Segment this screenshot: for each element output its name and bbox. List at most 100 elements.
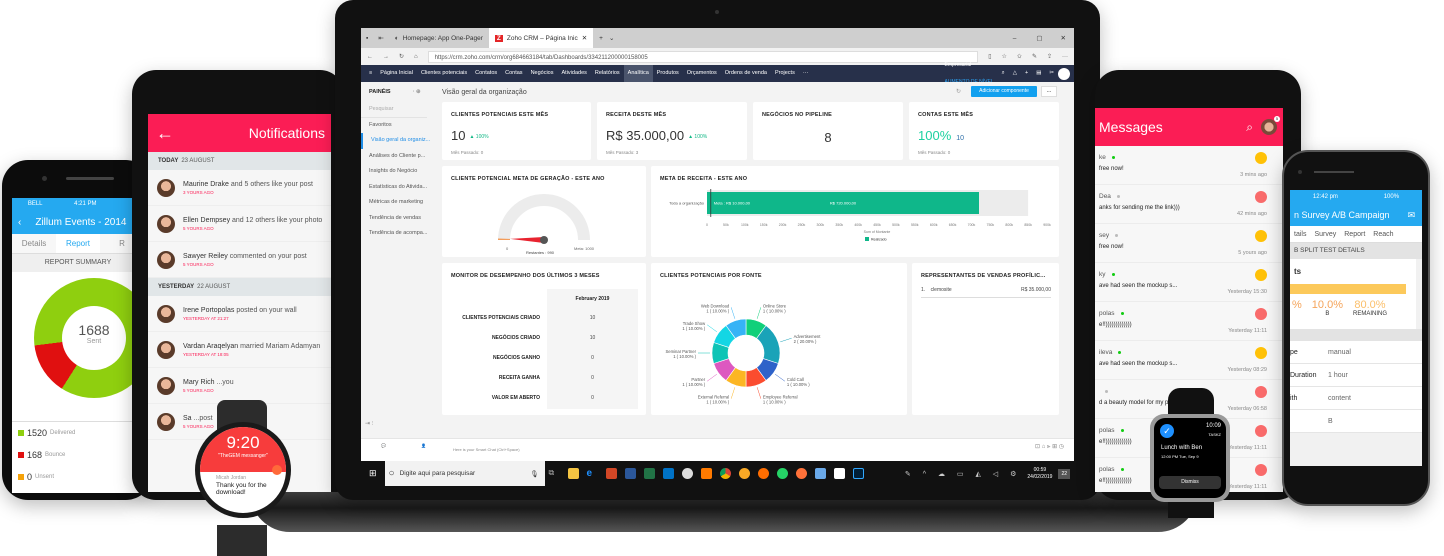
calendar-icon[interactable]: ▤ xyxy=(1032,65,1045,82)
contacts-icon[interactable]: 👤 xyxy=(421,443,426,448)
setup-icon[interactable]: ✂ xyxy=(1045,65,1058,82)
bell-icon[interactable]: △ xyxy=(1009,65,1021,82)
edge-icon[interactable]: e xyxy=(587,468,598,479)
nav-negocios[interactable]: Negócios xyxy=(527,65,558,82)
tab-list-icon[interactable]: ⌄ xyxy=(609,34,614,42)
smart-chat-input[interactable]: Here is your Smart Chat (Ctrl+Space) xyxy=(453,447,520,452)
butterfly-app-icon[interactable] xyxy=(700,468,712,479)
sidebar-item[interactable]: Tendência de vendas xyxy=(361,211,433,227)
back-arrow-icon[interactable]: ← xyxy=(156,123,174,144)
powerpoint-icon[interactable] xyxy=(605,468,617,479)
tab-details[interactable]: tails xyxy=(1290,226,1310,242)
more-icon[interactable]: ··· xyxy=(1062,54,1068,60)
forward-icon[interactable]: → xyxy=(383,54,389,60)
sidebar-item[interactable]: Insights do Negócio xyxy=(361,164,433,180)
more-options-button[interactable]: ... xyxy=(1041,86,1057,97)
add-icon[interactable]: + xyxy=(1021,65,1032,82)
vpn-icon[interactable] xyxy=(757,468,769,479)
notification-item[interactable]: Vardan Araqelyan married Mariam Adamyan Y… xyxy=(148,332,331,368)
sidebar-item[interactable]: Favoritos xyxy=(361,118,433,134)
maximize-icon[interactable]: ▢ xyxy=(1026,34,1052,42)
photos-icon[interactable] xyxy=(833,468,845,479)
browser-tab[interactable]: ◐ Homepage: App One-Pager xyxy=(389,28,489,48)
firefox-icon[interactable] xyxy=(795,468,807,479)
message-item[interactable]: Dea anks for sending me the link))) 42 min… xyxy=(1095,185,1283,224)
kpi-card-revenue[interactable]: RECEITA DESTE MÊS R$ 35.000,00 ▲ 100% Mês… xyxy=(597,102,747,160)
back-icon[interactable]: ← xyxy=(367,54,373,60)
nav-produtos[interactable]: Produtos xyxy=(653,65,683,82)
app-icon[interactable] xyxy=(738,468,750,479)
refresh-icon[interactable]: ↻ xyxy=(956,88,961,95)
sidebar-item[interactable]: Tendência de acompa... xyxy=(361,226,433,242)
revenue-goal-card[interactable]: META DE RECEITA - ESTE ANO Toda a organi… xyxy=(651,166,1059,257)
nav-clientes[interactable]: Clientes potenciais xyxy=(417,65,471,82)
gauge-card[interactable]: CLIENTE POTENCIAL META DE GERAÇÃO - ESTE… xyxy=(442,166,646,257)
favorites-icon[interactable]: ✩ xyxy=(1017,53,1022,60)
close-window-icon[interactable]: ✕ xyxy=(1053,34,1074,42)
nav-orcamentos[interactable]: Orçamentos xyxy=(683,65,721,82)
refresh-icon[interactable]: ↻ xyxy=(399,53,404,60)
tray-icons[interactable]: ✎ ^ ☁ ▭ ◭ ◁ ⚙ xyxy=(905,470,1021,478)
favorite-star-icon[interactable]: ☆ xyxy=(1002,53,1007,60)
top-sales-reps-card[interactable]: REPRESENTANTES DE VENDAS PROFÍLIC... 1. … xyxy=(912,263,1059,415)
nav-contas[interactable]: Contas xyxy=(501,65,526,82)
notification-item[interactable]: Sawyer Reiley commented on your post 5 YO… xyxy=(148,242,331,278)
notes-icon[interactable] xyxy=(814,468,826,479)
nav-contatos[interactable]: Contatos xyxy=(471,65,501,82)
nav-ordens[interactable]: Ordens de venda xyxy=(721,65,771,82)
menu-icon[interactable]: ≡ xyxy=(365,65,376,82)
clock[interactable]: 00:59 24/02/2019 xyxy=(1027,467,1052,481)
collapse-icon[interactable]: ⇥ ⫶ xyxy=(365,420,373,428)
minimize-icon[interactable]: – xyxy=(1003,35,1027,42)
rep-row[interactable]: 1. clemosite R$ 35.000,00 xyxy=(921,287,1051,298)
dismiss-button[interactable]: Dismiss xyxy=(1159,476,1221,489)
close-tab-icon[interactable]: ✕ xyxy=(582,34,587,42)
notification-item[interactable]: Irene Portopolas posted on your wall YEST… xyxy=(148,296,331,332)
message-item[interactable]: ky ave had seen the mockup s... Yesterday … xyxy=(1095,263,1283,302)
browser-tab-active[interactable]: Z Zoho CRM – Página Inic ✕ xyxy=(488,28,594,48)
message-item[interactable]: ileva ave had seen the mockup s... Yesterd… xyxy=(1095,341,1283,380)
photoshop-icon[interactable] xyxy=(852,468,864,479)
user-avatar[interactable] xyxy=(1058,67,1070,80)
action-center-icon[interactable]: 22 xyxy=(1058,468,1070,479)
kpi-card-accounts[interactable]: CONTAS ESTE MÊS 100% 10 Mês Passado: 0 xyxy=(909,102,1059,160)
nav-projects[interactable]: Projects xyxy=(771,65,799,82)
sidebar-item[interactable]: Análises do Cliente p... xyxy=(361,149,433,165)
leads-by-source-card[interactable]: CLIENTES POTENCIAIS POR FONTE Online Sto… xyxy=(651,263,907,415)
search-icon[interactable]: ⌕ xyxy=(998,65,1009,82)
url-input[interactable]: https://crm.zoho.com/crm/org684663184/ta… xyxy=(427,50,979,63)
tab-survey[interactable]: Survey xyxy=(1310,226,1340,242)
tab-report[interactable]: Report xyxy=(1340,226,1369,242)
pen-icon[interactable]: ✎ xyxy=(1032,53,1037,60)
tab-details[interactable]: Details xyxy=(12,234,56,253)
word-icon[interactable] xyxy=(624,468,636,479)
excel-icon[interactable] xyxy=(643,468,655,479)
add-component-button[interactable]: Adicionar componente xyxy=(971,86,1037,97)
back-icon[interactable]: ‹ xyxy=(18,217,21,228)
kpi-card-pipeline[interactable]: NEGÓCIOS NO PIPELINE 8 xyxy=(753,102,903,160)
envelope-icon[interactable]: ✉ xyxy=(1408,210,1416,221)
whatsapp-icon[interactable] xyxy=(776,468,788,479)
new-tab-icon[interactable]: + xyxy=(593,35,609,42)
chats-icon[interactable]: 💬 xyxy=(381,443,386,448)
windows-start-icon[interactable]: ⊞ xyxy=(361,468,385,479)
home-icon[interactable]: ⌂ xyxy=(414,54,418,60)
task-view-icon[interactable]: ⧉ xyxy=(549,468,560,479)
nav-pagina-inicial[interactable]: Página Inicial xyxy=(376,65,417,82)
search-icon[interactable]: ⌕ xyxy=(1246,120,1253,135)
tab-actions-icon[interactable]: ▪ xyxy=(361,35,373,42)
taskbar-search[interactable]: ○ Digite aqui para pesquisar 🎙 xyxy=(384,461,545,486)
tab-reach[interactable]: Reach xyxy=(1369,226,1397,242)
message-item[interactable]: polas e!!))))))))))))) Yesterday 11:11 xyxy=(1095,302,1283,341)
paint-icon[interactable] xyxy=(681,468,693,479)
set-aside-tabs-icon[interactable]: ⇤ xyxy=(373,34,388,42)
performance-monitor-card[interactable]: MONITOR DE DESEMPENHO DOS ÚLTIMOS 3 MESE… xyxy=(442,263,646,415)
tab-report[interactable]: Report xyxy=(56,234,100,253)
add-dashboard-icon[interactable]: · ⊕ xyxy=(413,89,421,95)
sidebar-item[interactable]: Estatísticas do Ativida... xyxy=(361,180,433,196)
message-item[interactable]: sey free now! 5 yours ago xyxy=(1095,224,1283,263)
sidebar-item-active[interactable]: Visão geral da organiz... xyxy=(361,133,433,149)
message-item[interactable]: ke free now! 3 mins ago xyxy=(1095,146,1283,185)
nav-analitica[interactable]: Analítica xyxy=(623,65,653,82)
notification-item[interactable]: Mary Rich ...you 5 YOURS AGO xyxy=(148,368,331,404)
